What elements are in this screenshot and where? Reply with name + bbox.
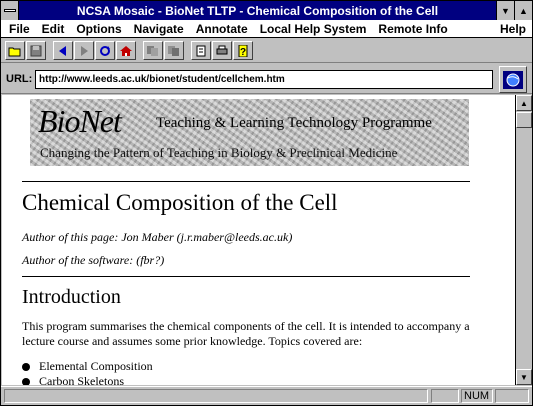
reload-button[interactable] xyxy=(95,41,115,60)
window-title: NCSA Mosaic - BioNet TLTP - Chemical Com… xyxy=(76,3,439,18)
url-label: URL: xyxy=(6,73,33,85)
reload-icon xyxy=(100,45,110,56)
url-row: URL: http://www.leeds.ac.uk/bionet/stude… xyxy=(1,64,532,94)
vertical-scrollbar[interactable]: ▲ ▼ xyxy=(515,95,532,385)
maximize-button[interactable]: ▲ xyxy=(514,1,532,20)
save-disk-icon xyxy=(30,45,42,56)
document-icon xyxy=(196,45,206,56)
bullet-icon xyxy=(22,362,30,371)
mosaic-window: NCSA Mosaic - BioNet TLTP - Chemical Com… xyxy=(0,0,533,406)
menu-edit[interactable]: Edit xyxy=(36,22,71,36)
divider xyxy=(22,276,470,277)
status-message xyxy=(4,389,428,403)
menu-annotate[interactable]: Annotate xyxy=(190,22,254,36)
num-lock-indicator: NUM xyxy=(461,389,493,403)
bullet-icon xyxy=(22,377,30,385)
copy-icon xyxy=(147,45,158,56)
home-icon xyxy=(120,45,132,56)
menu-remote-info[interactable]: Remote Info xyxy=(372,22,453,36)
title-bar[interactable]: NCSA Mosaic - BioNet TLTP - Chemical Com… xyxy=(1,1,532,20)
minimize-arrow-icon: ▼ xyxy=(501,5,510,16)
bionet-banner: BioNet Teaching & Learning Technology Pr… xyxy=(30,99,469,166)
toolbar: ? xyxy=(1,39,532,63)
page-title: Chemical Composition of the Cell xyxy=(22,190,338,215)
up-arrow-icon: ▲ xyxy=(520,98,528,108)
help-icon: ? xyxy=(238,44,248,57)
globe-button[interactable] xyxy=(499,66,527,93)
menu-options[interactable]: Options xyxy=(70,22,127,36)
save-button[interactable] xyxy=(26,41,46,60)
section-heading: Introduction xyxy=(22,286,121,308)
divider xyxy=(22,181,470,182)
down-arrow-icon: ▼ xyxy=(520,372,528,382)
document-button[interactable] xyxy=(191,41,211,60)
author-software: Author of the software: (fbr?) xyxy=(22,253,165,267)
topic-label: Carbon Skeletons xyxy=(39,374,124,385)
intro-paragraph: This program summarises the chemical com… xyxy=(22,319,470,348)
open-button[interactable] xyxy=(5,41,25,60)
forward-arrow-icon xyxy=(81,45,88,56)
copy-button[interactable] xyxy=(143,41,163,60)
topic-label: Elemental Composition xyxy=(39,359,153,373)
topic-list: Elemental Composition Carbon Skeletons xyxy=(22,359,153,385)
banner-title: Teaching & Learning Technology Programme xyxy=(156,115,432,131)
scroll-thumb[interactable] xyxy=(516,112,532,128)
menu-file[interactable]: File xyxy=(5,22,36,36)
menu-bar: File Edit Options Navigate Annotate Loca… xyxy=(1,20,532,38)
paste-button[interactable] xyxy=(164,41,184,60)
status-bar: NUM xyxy=(1,386,532,405)
globe-icon xyxy=(503,70,523,89)
status-cell xyxy=(495,389,529,403)
paste-icon xyxy=(168,45,179,56)
banner-subtitle: Changing the Pattern of Teaching in Biol… xyxy=(40,145,398,160)
forward-button[interactable] xyxy=(74,41,94,60)
system-menu-icon[interactable] xyxy=(1,1,19,20)
print-button[interactable] xyxy=(212,41,232,60)
svg-text:?: ? xyxy=(240,47,246,57)
menu-help[interactable]: Help xyxy=(494,22,532,36)
home-button[interactable] xyxy=(116,41,136,60)
status-cell xyxy=(431,389,459,403)
minimize-button[interactable]: ▼ xyxy=(496,1,514,20)
scroll-down-button[interactable]: ▼ xyxy=(516,369,532,385)
page-content: BioNet Teaching & Learning Technology Pr… xyxy=(2,95,515,385)
list-item[interactable]: Carbon Skeletons xyxy=(22,374,153,385)
maximize-arrow-icon: ▲ xyxy=(519,5,528,16)
menu-navigate[interactable]: Navigate xyxy=(128,22,190,36)
scroll-up-button[interactable]: ▲ xyxy=(516,95,532,111)
bionet-logo: BioNet xyxy=(38,103,122,139)
open-folder-icon xyxy=(8,47,21,56)
print-icon xyxy=(216,45,228,54)
list-item[interactable]: Elemental Composition xyxy=(22,359,153,374)
back-arrow-icon xyxy=(59,45,66,56)
author-page: Author of this page: Jon Maber (j.r.mabe… xyxy=(22,230,293,244)
menu-local-help-system[interactable]: Local Help System xyxy=(254,22,373,36)
url-input[interactable]: http://www.leeds.ac.uk/bionet/student/ce… xyxy=(35,70,493,89)
help-button[interactable]: ? xyxy=(233,41,253,60)
back-button[interactable] xyxy=(53,41,73,60)
